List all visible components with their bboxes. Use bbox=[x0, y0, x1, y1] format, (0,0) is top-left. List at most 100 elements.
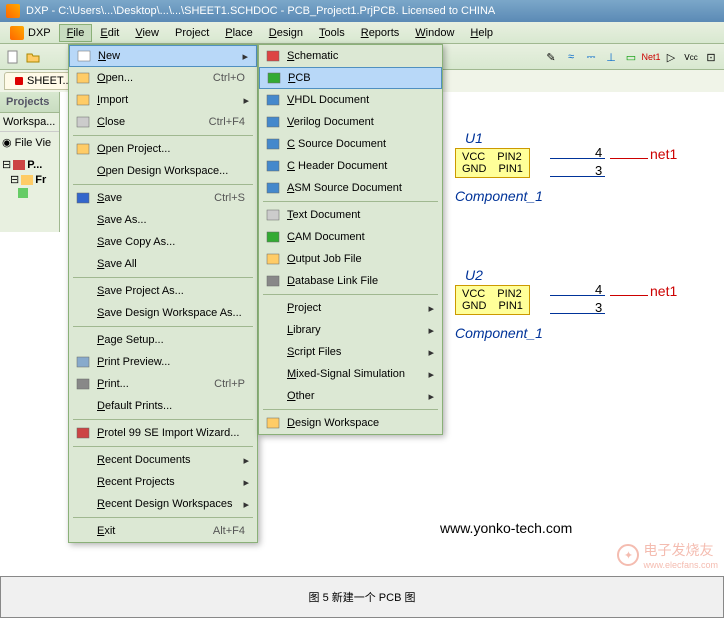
menu-item-import[interactable]: Import▸ bbox=[69, 89, 257, 111]
tool-icon[interactable]: ⊡ bbox=[702, 48, 720, 66]
open-icon[interactable] bbox=[24, 48, 42, 66]
net-icon[interactable]: Net1 bbox=[642, 48, 660, 66]
menu-icon bbox=[263, 388, 283, 404]
menu-help[interactable]: Help bbox=[462, 24, 501, 42]
menu-item-save[interactable]: SaveCtrl+S bbox=[69, 187, 257, 209]
menu-item-project[interactable]: Project▸ bbox=[259, 297, 442, 319]
menu-item-new[interactable]: New▸ bbox=[69, 45, 257, 67]
menu-file[interactable]: File bbox=[59, 24, 93, 42]
menu-item-save-project-as-[interactable]: Save Project As... bbox=[69, 280, 257, 302]
vcc-icon[interactable]: ᐯcc bbox=[682, 48, 700, 66]
menu-item-mixed-signal-simulation[interactable]: Mixed-Signal Simulation▸ bbox=[259, 363, 442, 385]
menu-item-save-all[interactable]: Save All bbox=[69, 253, 257, 275]
menu-window[interactable]: Window bbox=[407, 24, 462, 42]
tool-icon[interactable]: ≈ bbox=[562, 48, 580, 66]
tree-project[interactable]: ⊟ P... bbox=[2, 157, 57, 172]
menu-separator bbox=[73, 446, 253, 447]
menu-reports[interactable]: Reports bbox=[353, 24, 408, 42]
tool-icon[interactable]: ▷ bbox=[662, 48, 680, 66]
submenu-arrow-icon: ▸ bbox=[428, 368, 438, 381]
menu-separator bbox=[263, 294, 438, 295]
menu-label: Save As... bbox=[93, 214, 253, 226]
menu-item-design-workspace[interactable]: Design Workspace bbox=[259, 412, 442, 434]
menu-view[interactable]: View bbox=[127, 24, 167, 42]
menu-icon bbox=[73, 163, 93, 179]
menu-item-page-setup-[interactable]: Page Setup... bbox=[69, 329, 257, 351]
menu-item-c-source-document[interactable]: C Source Document bbox=[259, 133, 442, 155]
menu-shortcut: Alt+F4 bbox=[213, 525, 253, 537]
menu-place[interactable]: Place bbox=[217, 24, 261, 42]
tool-icon[interactable]: ▭ bbox=[622, 48, 640, 66]
watermark: www.yonko-tech.com bbox=[440, 520, 572, 536]
menu-item-cam-document[interactable]: CAM Document bbox=[259, 226, 442, 248]
menu-separator bbox=[73, 184, 253, 185]
menu-item-protel-99-se-import-wizard-[interactable]: Protel 99 SE Import Wizard... bbox=[69, 422, 257, 444]
menu-item-schematic[interactable]: Schematic bbox=[259, 45, 442, 67]
menu-item-database-link-file[interactable]: Database Link File bbox=[259, 270, 442, 292]
menubar: DXP File Edit View Project Place Design … bbox=[0, 22, 724, 44]
menu-item-save-as-[interactable]: Save As... bbox=[69, 209, 257, 231]
component-u2[interactable]: U2 VCCPIN2 GNDPIN1 4 3 net1 Component_1 bbox=[455, 285, 530, 315]
menu-item-asm-source-document[interactable]: ASM Source Document bbox=[259, 177, 442, 199]
doc-icon bbox=[18, 188, 28, 198]
menu-item-recent-documents[interactable]: Recent Documents▸ bbox=[69, 449, 257, 471]
tool-icon[interactable]: ⊥ bbox=[602, 48, 620, 66]
tool-icon[interactable]: ⎓ bbox=[582, 48, 600, 66]
component-body: VCCPIN2 GNDPIN1 bbox=[455, 285, 530, 315]
tree-folder[interactable]: ⊟ Fr bbox=[2, 172, 57, 187]
menu-item-print-[interactable]: Print...Ctrl+P bbox=[69, 373, 257, 395]
menu-item-library[interactable]: Library▸ bbox=[259, 319, 442, 341]
menu-item-save-copy-as-[interactable]: Save Copy As... bbox=[69, 231, 257, 253]
menu-item-recent-design-workspaces[interactable]: Recent Design Workspaces▸ bbox=[69, 493, 257, 515]
menu-item-pcb[interactable]: PCB bbox=[259, 67, 442, 89]
menu-separator bbox=[73, 277, 253, 278]
tool-icon[interactable]: ✎ bbox=[542, 48, 560, 66]
new-submenu: Schematic PCB VHDL DocumentVerilog Documen… bbox=[258, 44, 443, 435]
menu-icon bbox=[73, 283, 93, 299]
menu-item-default-prints-[interactable]: Default Prints... bbox=[69, 395, 257, 417]
menu-item-recent-projects[interactable]: Recent Projects▸ bbox=[69, 471, 257, 493]
menu-item-c-header-document[interactable]: C Header Document bbox=[259, 155, 442, 177]
menu-icon bbox=[263, 92, 283, 108]
menu-label: Save bbox=[93, 192, 214, 204]
menu-design[interactable]: Design bbox=[261, 24, 311, 42]
menu-item-other[interactable]: Other▸ bbox=[259, 385, 442, 407]
component-u1[interactable]: U1 VCCPIN2 GNDPIN1 4 3 net1 Component_1 bbox=[455, 148, 530, 178]
menu-item-print-preview-[interactable]: Print Preview... bbox=[69, 351, 257, 373]
menu-label: PCB bbox=[284, 72, 437, 84]
menu-icon bbox=[73, 70, 93, 86]
tree-item[interactable] bbox=[2, 187, 57, 199]
menu-item-open-project-[interactable]: Open Project... bbox=[69, 138, 257, 160]
projects-header: Projects bbox=[0, 92, 59, 113]
menu-item-open-[interactable]: Open...Ctrl+O bbox=[69, 67, 257, 89]
menu-separator bbox=[73, 517, 253, 518]
menu-item-open-design-workspace-[interactable]: Open Design Workspace... bbox=[69, 160, 257, 182]
titlebar: DXP - C:\Users\...\Desktop\...\...\SHEET… bbox=[0, 0, 724, 22]
menu-label: Protel 99 SE Import Wizard... bbox=[93, 427, 253, 439]
menu-icon bbox=[73, 496, 93, 512]
submenu-arrow-icon: ▸ bbox=[243, 454, 253, 467]
comp-name: Component_1 bbox=[455, 188, 543, 204]
menu-item-output-job-file[interactable]: Output Job File bbox=[259, 248, 442, 270]
net-wire bbox=[610, 158, 648, 159]
menu-item-script-files[interactable]: Script Files▸ bbox=[259, 341, 442, 363]
menu-item-text-document[interactable]: Text Document bbox=[259, 204, 442, 226]
menu-edit[interactable]: Edit bbox=[92, 24, 127, 42]
new-icon[interactable] bbox=[4, 48, 22, 66]
menu-icon bbox=[73, 141, 93, 157]
schematic-icon bbox=[15, 77, 23, 85]
menu-project[interactable]: Project bbox=[167, 24, 217, 42]
menu-tools[interactable]: Tools bbox=[311, 24, 353, 42]
dxp-button[interactable]: DXP bbox=[10, 26, 51, 40]
menu-item-close[interactable]: CloseCtrl+F4 bbox=[69, 111, 257, 133]
menu-item-verilog-document[interactable]: Verilog Document bbox=[259, 111, 442, 133]
menu-shortcut: Ctrl+S bbox=[214, 192, 253, 204]
menu-item-save-design-workspace-as-[interactable]: Save Design Workspace As... bbox=[69, 302, 257, 324]
toolbar-right: ✎ ≈ ⎓ ⊥ ▭ Net1 ▷ ᐯcc ⊡ bbox=[538, 44, 724, 70]
workspace-dropdown[interactable]: Workspa... bbox=[0, 113, 59, 132]
file-view-radio[interactable]: ◉ File Vie bbox=[0, 132, 59, 153]
menu-icon bbox=[73, 234, 93, 250]
submenu-arrow-icon: ▸ bbox=[428, 390, 438, 403]
menu-item-exit[interactable]: ExitAlt+F4 bbox=[69, 520, 257, 542]
menu-item-vhdl-document[interactable]: VHDL Document bbox=[259, 89, 442, 111]
